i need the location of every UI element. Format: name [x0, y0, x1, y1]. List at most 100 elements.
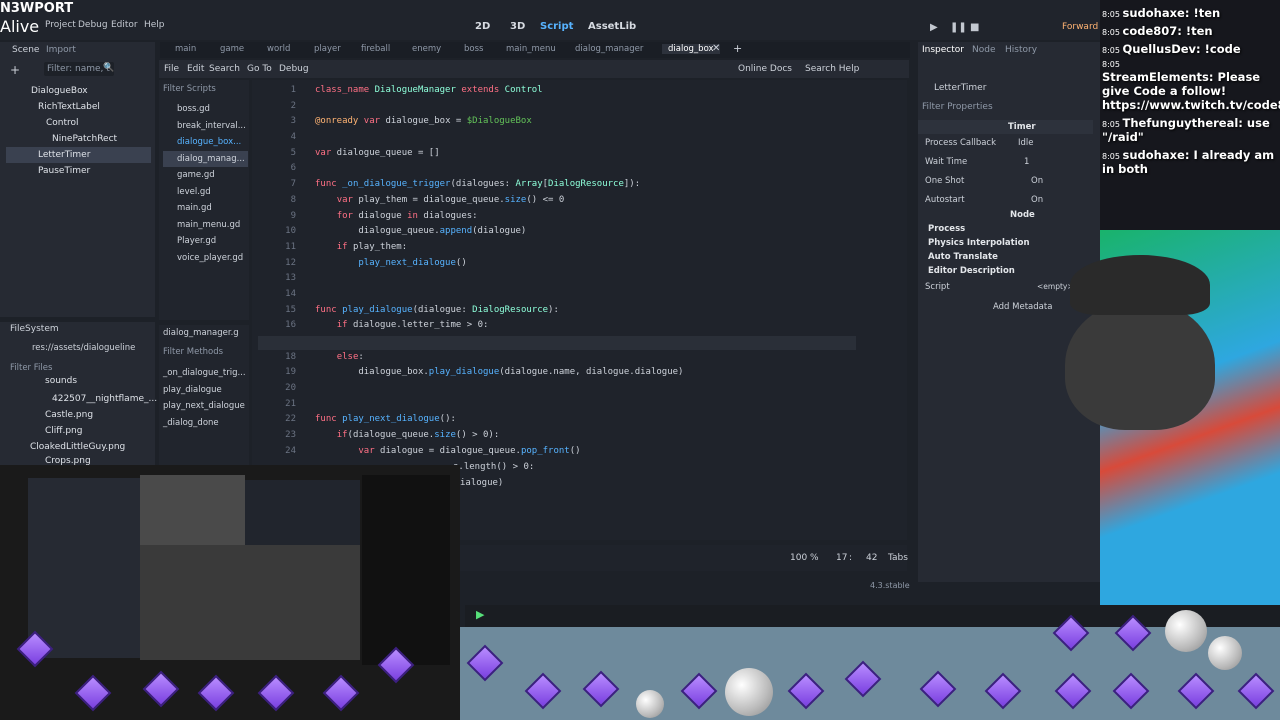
- code-line[interactable]: 18 else:: [252, 350, 902, 366]
- script-item[interactable]: dialogue_box...: [163, 134, 248, 151]
- tab-game[interactable]: game: [220, 44, 244, 54]
- file-item[interactable]: 422507__nightflame_...: [30, 391, 157, 407]
- code-line[interactable]: 20: [252, 381, 902, 397]
- script-value[interactable]: <empty>: [1037, 282, 1074, 291]
- indent-mode[interactable]: Tabs: [888, 553, 908, 563]
- code-line[interactable]: 23 if(dialogue_queue.size() > 0):: [252, 428, 902, 444]
- tab-history[interactable]: History: [1005, 45, 1037, 55]
- script-menu-debug[interactable]: Debug: [279, 64, 309, 74]
- method-item[interactable]: _dialog_done: [163, 415, 248, 432]
- tab-dialog-box[interactable]: dialog_box: [662, 44, 720, 54]
- node-ninepatchrect[interactable]: NinePatchRect: [6, 131, 151, 147]
- method-item[interactable]: _on_dialogue_trig...: [163, 365, 248, 382]
- close-tab-icon[interactable]: ✕: [712, 43, 720, 54]
- prop-value[interactable]: 1: [1024, 157, 1029, 167]
- file-item[interactable]: Cliff.png: [30, 423, 150, 439]
- add-metadata-button[interactable]: Add Metadata: [993, 302, 1052, 312]
- filter-properties[interactable]: Filter Properties: [922, 102, 993, 112]
- script-menu-goto[interactable]: Go To: [247, 64, 272, 74]
- node-control[interactable]: Control: [6, 115, 151, 131]
- script-item[interactable]: voice_player.gd: [163, 250, 248, 267]
- renderer-label[interactable]: Forward: [1062, 22, 1098, 32]
- section-translate[interactable]: Auto Translate: [928, 252, 998, 262]
- script-item[interactable]: boss.gd: [163, 101, 248, 118]
- code-line[interactable]: 22 func play_next_dialogue():: [252, 412, 902, 428]
- section-physics[interactable]: Physics Interpolation: [928, 238, 1030, 248]
- node-pausetimer[interactable]: PauseTimer: [6, 163, 151, 179]
- script-item[interactable]: break_interval...: [163, 118, 248, 135]
- online-docs-button[interactable]: Online Docs: [738, 64, 792, 74]
- code-line[interactable]: 8 var play_them = dialogue_queue.size() …: [252, 193, 902, 209]
- node-lettertimer[interactable]: LetterTimer: [6, 147, 151, 163]
- file-item[interactable]: Castle.png: [30, 407, 150, 423]
- node-richtextlabel[interactable]: RichTextLabel: [6, 99, 151, 115]
- code-line[interactable]: 7 func _on_dialogue_trigger(dialogues: Ar…: [252, 177, 902, 193]
- menu-help[interactable]: Help: [144, 20, 165, 30]
- node-dialoguebox[interactable]: DialogueBox: [6, 83, 151, 99]
- filter-methods[interactable]: Filter Methods: [163, 347, 223, 357]
- menu-project[interactable]: Project: [45, 20, 76, 30]
- script-item[interactable]: game.gd: [163, 167, 248, 184]
- tab-import[interactable]: Import: [46, 45, 76, 55]
- code-line[interactable]: 19 dialogue_box.play_dialogue(dialogue.n…: [252, 365, 902, 381]
- code-line[interactable]: 24 var dialogue = dialogue_queue.pop_fro…: [252, 444, 902, 460]
- tab-scene[interactable]: Scene: [12, 45, 39, 55]
- method-item[interactable]: play_dialogue: [163, 382, 248, 399]
- taskbar-app-icon[interactable]: ▶: [476, 608, 484, 621]
- tab-3d[interactable]: 3D: [510, 21, 525, 32]
- script-menu-edit[interactable]: Edit: [187, 64, 204, 74]
- tab-2d[interactable]: 2D: [475, 21, 490, 32]
- add-tab-icon[interactable]: +: [733, 42, 742, 55]
- code-line[interactable]: 15 func play_dialogue(dialogue: DialogRes…: [252, 303, 902, 319]
- code-line[interactable]: 11 if play_them:: [252, 240, 902, 256]
- section-process[interactable]: Process: [928, 224, 965, 234]
- tab-inspector[interactable]: Inspector: [922, 45, 964, 55]
- code-line[interactable]: 14: [252, 287, 902, 303]
- script-item[interactable]: dialog_manag...: [163, 150, 248, 167]
- pause-icon[interactable]: ❚❚: [950, 22, 967, 33]
- play-icon[interactable]: ▶: [930, 22, 938, 33]
- code-line[interactable]: 3 @onready var dialogue_box = $DialogueBo…: [252, 114, 902, 130]
- tab-assetlib[interactable]: AssetLib: [588, 21, 636, 32]
- inspected-object[interactable]: LetterTimer: [934, 83, 986, 93]
- tab-main[interactable]: main: [175, 44, 196, 54]
- code-line[interactable]: 9 for dialogue in dialogues:: [252, 209, 902, 225]
- filesystem-filter[interactable]: Filter Files: [10, 363, 52, 373]
- menu-editor[interactable]: Editor: [111, 20, 138, 30]
- script-item[interactable]: level.gd: [163, 184, 248, 201]
- code-line[interactable]: 21: [252, 397, 902, 413]
- file-item[interactable]: CloakedLittleGuy.png: [30, 439, 150, 455]
- prop-value[interactable]: On: [1031, 176, 1043, 186]
- script-menu-search[interactable]: Search: [209, 64, 240, 74]
- section-description[interactable]: Editor Description: [928, 266, 1015, 276]
- menu-debug[interactable]: Debug: [78, 20, 108, 30]
- code-line[interactable]: 16 if dialogue.letter_time > 0:: [252, 318, 902, 334]
- file-item[interactable]: sounds: [30, 375, 150, 391]
- code-line[interactable]: 1 class_name DialogueManager extends Cont…: [252, 83, 902, 99]
- script-item[interactable]: main_menu.gd: [163, 217, 248, 234]
- filter-scripts[interactable]: Filter Scripts: [163, 84, 216, 94]
- tab-node[interactable]: Node: [972, 45, 996, 55]
- code-line[interactable]: 12 play_next_dialogue(): [252, 256, 902, 272]
- prop-value[interactable]: Idle: [1018, 138, 1034, 148]
- tab-main-menu[interactable]: main_menu: [506, 44, 556, 54]
- tab-dialog-manager[interactable]: dialog_manager: [575, 44, 643, 54]
- method-item[interactable]: play_next_dialogue: [163, 398, 248, 415]
- script-menu-file[interactable]: File: [164, 64, 179, 74]
- code-line[interactable]: 6: [252, 161, 902, 177]
- script-item[interactable]: main.gd: [163, 200, 248, 217]
- tab-boss[interactable]: boss: [464, 44, 483, 54]
- add-node-icon[interactable]: +: [10, 63, 20, 77]
- tab-script[interactable]: Script: [540, 21, 573, 32]
- tab-enemy[interactable]: enemy: [412, 44, 441, 54]
- tab-fireball[interactable]: fireball: [361, 44, 390, 54]
- script-item[interactable]: Player.gd: [163, 233, 248, 250]
- code-line[interactable]: 5 var dialogue_queue = []: [252, 146, 902, 162]
- zoom-level[interactable]: 100 %: [790, 553, 819, 563]
- prop-value[interactable]: On: [1031, 195, 1043, 205]
- code-line[interactable]: 13: [252, 271, 902, 287]
- filesystem-path[interactable]: res://assets/dialogueline: [32, 343, 140, 356]
- tab-player[interactable]: player: [314, 44, 341, 54]
- search-help-button[interactable]: Search Help: [805, 64, 859, 74]
- tab-world[interactable]: world: [267, 44, 290, 54]
